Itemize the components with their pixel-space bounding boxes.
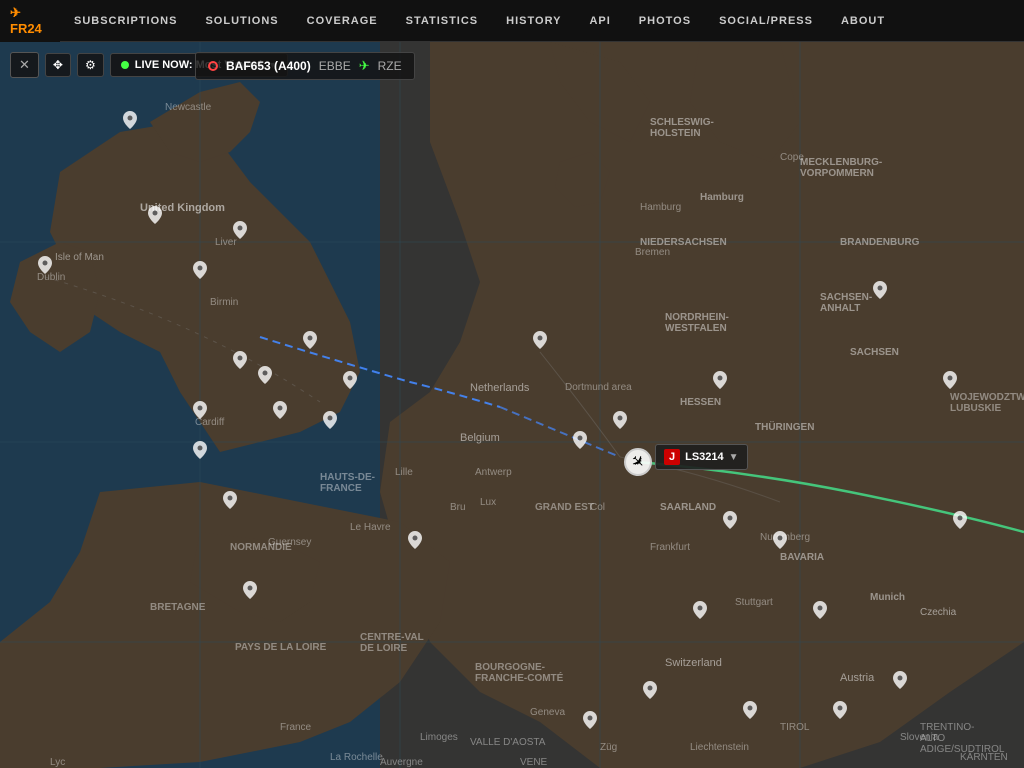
flight-pin[interactable] [343,371,357,392]
flight-pin[interactable] [303,331,317,352]
flight-pin[interactable] [723,511,737,532]
flight-pin[interactable] [833,701,847,722]
site-logo[interactable]: ✈FR24 [0,0,60,42]
flight-pin[interactable] [693,601,707,622]
flight-pin[interactable] [408,531,422,552]
settings-button[interactable]: ⚙ [77,53,104,77]
flight-pin[interactable] [813,601,827,622]
flight-pin[interactable] [223,491,237,512]
flight-pin[interactable] [233,221,247,242]
flight-destination: RZE [378,59,402,73]
map-container[interactable]: ✕ ✥ ⚙ LIVE NOW: Most Viewed ▼ BAF653 (A4… [0,42,1024,768]
nav-solutions[interactable]: SOLUTIONS [191,0,292,41]
move-button[interactable]: ✥ [45,53,71,77]
flight-pin[interactable] [773,531,787,552]
nav-subscriptions[interactable]: SUBSCRIPTIONS [60,0,191,41]
aircraft-icon: ✈ [626,450,650,474]
close-button[interactable]: ✕ [10,52,39,78]
nav-social-press[interactable]: SOCIAL/PRESS [705,0,827,41]
flight-callsign: BAF653 (A400) [226,59,311,73]
flight-pin[interactable] [743,701,757,722]
navigation-bar: ✈FR24 SUBSCRIPTIONS SOLUTIONS COVERAGE S… [0,0,1024,42]
flight-pin[interactable] [193,441,207,462]
dropdown-arrow-icon[interactable]: ▼ [729,452,739,463]
flight-arrow-icon: ✈ [359,58,370,74]
flight-number-label: LS3214 [685,451,724,463]
flight-pin[interactable] [943,371,957,392]
live-indicator [121,61,129,69]
flight-pin[interactable] [148,206,162,227]
flight-origin: EBBE [319,59,351,73]
nav-menu: SUBSCRIPTIONS SOLUTIONS COVERAGE STATIST… [60,0,899,41]
flight-pin[interactable] [233,351,247,372]
nav-coverage[interactable]: COVERAGE [293,0,392,41]
flight-pin[interactable] [873,281,887,302]
flight-info-bar[interactable]: BAF653 (A400) EBBE ✈ RZE [195,52,415,80]
aircraft-marker[interactable]: ✈ [624,448,652,476]
flight-pin[interactable] [123,111,137,132]
flight-pin[interactable] [533,331,547,352]
flight-pin[interactable] [323,411,337,432]
flight-pin[interactable] [38,256,52,277]
flight-label-popup[interactable]: J LS3214 ▼ [655,444,748,470]
flight-pin[interactable] [713,371,727,392]
airline-code-badge: J [664,449,680,465]
flight-pin[interactable] [258,366,272,387]
nav-about[interactable]: ABOUT [827,0,899,41]
flight-pin[interactable] [243,581,257,602]
map-background [0,42,1024,768]
flight-pin[interactable] [193,401,207,422]
flight-pin[interactable] [273,401,287,422]
nav-api[interactable]: API [575,0,624,41]
flight-origin-indicator [208,61,218,71]
flight-pin[interactable] [573,431,587,452]
flight-pin[interactable] [583,711,597,732]
flight-pin[interactable] [893,671,907,692]
flight-pin[interactable] [193,261,207,282]
nav-history[interactable]: HISTORY [492,0,575,41]
flight-pin[interactable] [953,511,967,532]
flight-pin[interactable] [613,411,627,432]
nav-statistics[interactable]: STATISTICS [392,0,493,41]
flight-pin[interactable] [643,681,657,702]
nav-photos[interactable]: PHOTOS [625,0,705,41]
